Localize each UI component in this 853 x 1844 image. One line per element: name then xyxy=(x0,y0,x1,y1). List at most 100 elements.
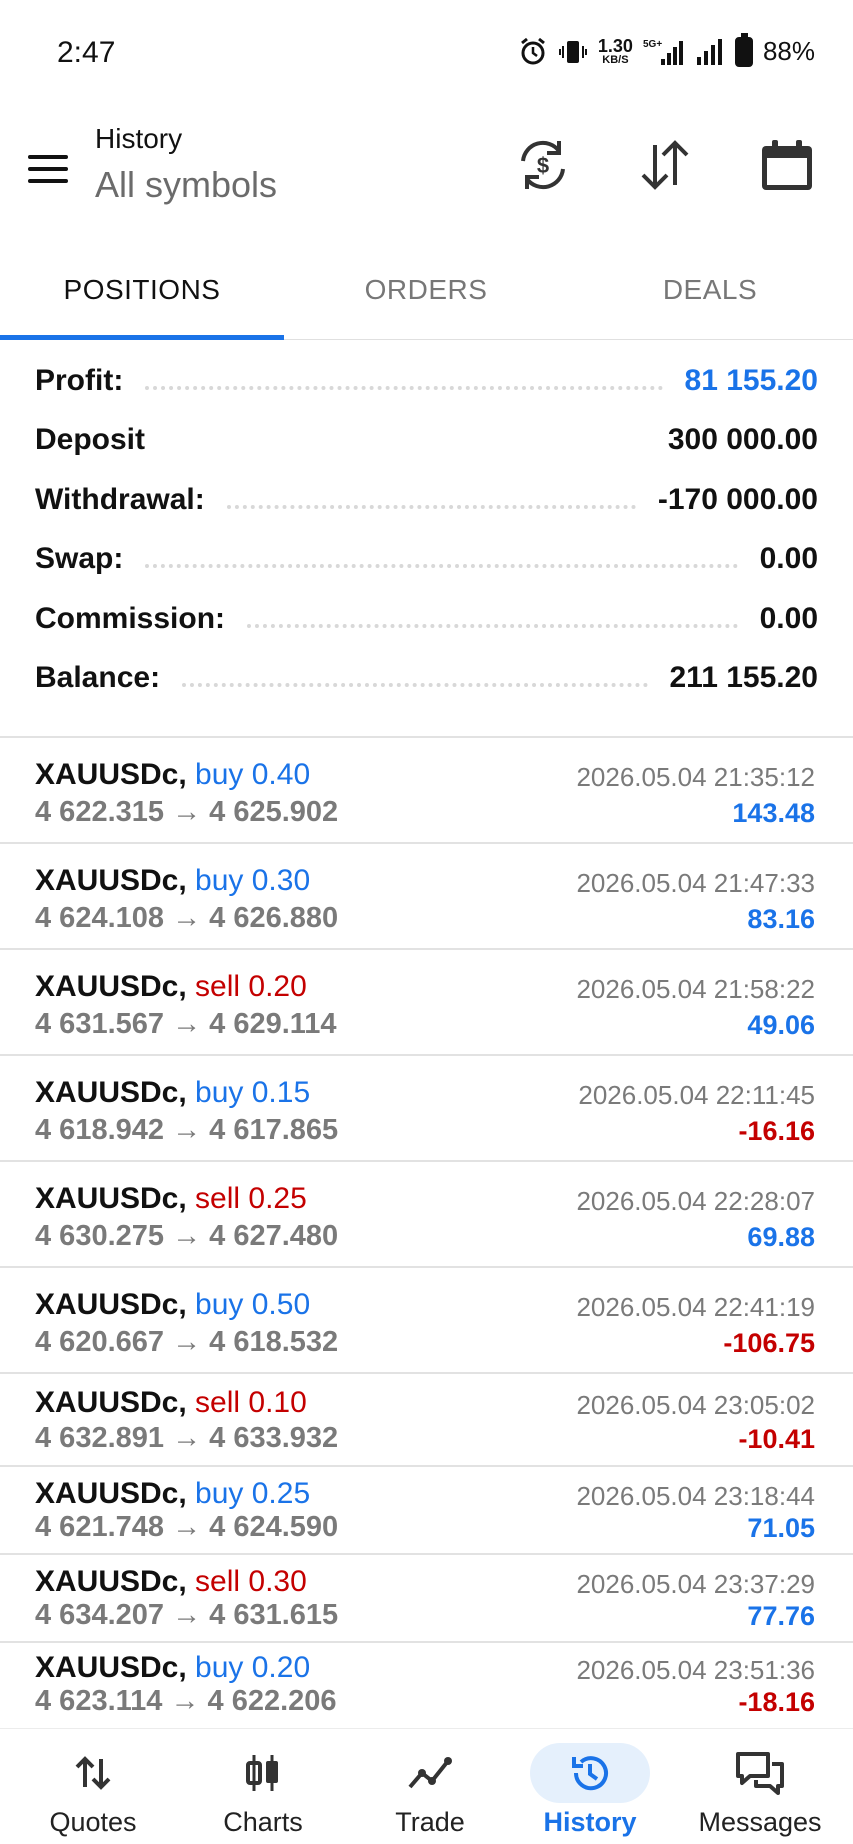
nav-messages[interactable]: Messages xyxy=(675,1729,845,1844)
position-profit: 71.05 xyxy=(747,1513,815,1543)
open-price: 4 634.207 xyxy=(35,1599,165,1631)
menu-icon-bar xyxy=(28,179,68,183)
position-time: 2026.05.04 22:41:19 xyxy=(576,1292,815,1322)
position-direction: buy 0.25 xyxy=(195,1477,311,1510)
position-row[interactable]: XAUUSDc, buy 0.15 4 618.942 → 4 617.865 … xyxy=(0,1056,853,1162)
position-profit: 77.76 xyxy=(747,1601,815,1631)
close-price: 4 627.480 xyxy=(209,1220,339,1252)
position-direction: sell 0.20 xyxy=(195,970,307,1003)
position-time: 2026.05.04 22:11:45 xyxy=(578,1080,815,1110)
symbol-name: XAUUSDc, xyxy=(35,864,187,897)
tab-positions[interactable]: POSITIONS xyxy=(0,240,284,340)
messages-icon xyxy=(700,1743,820,1803)
calendar-button[interactable] xyxy=(752,130,822,200)
net-speed-value: 1.30 xyxy=(597,36,633,56)
net-speed: 1.30 KB/S xyxy=(598,37,633,66)
summary-label: Profit: xyxy=(35,364,124,397)
position-symbol: XAUUSDc, buy 0.50 xyxy=(35,1288,310,1322)
position-time: 2026.05.04 23:37:29 xyxy=(576,1569,815,1599)
app-bar: History All symbols $ xyxy=(0,110,853,240)
position-direction: buy 0.20 xyxy=(195,1651,311,1684)
svg-text:5G+: 5G+ xyxy=(643,39,662,50)
arrow-icon: → xyxy=(170,1685,200,1717)
position-row[interactable]: XAUUSDc, sell 0.20 4 631.567 → 4 629.114… xyxy=(0,950,853,1056)
position-prices: 4 623.114 → 4 622.206 xyxy=(35,1685,337,1718)
sort-button[interactable] xyxy=(630,130,700,200)
position-symbol: XAUUSDc, buy 0.20 xyxy=(35,1651,310,1685)
position-symbol: XAUUSDc, sell 0.10 xyxy=(35,1386,307,1420)
nav-label: History xyxy=(543,1807,637,1837)
tab-orders[interactable]: ORDERS xyxy=(284,240,568,340)
position-direction: buy 0.40 xyxy=(195,758,311,791)
currency-exchange-button[interactable]: $ xyxy=(508,130,578,200)
position-prices: 4 634.207 → 4 631.615 xyxy=(35,1599,338,1632)
position-symbol: XAUUSDc, buy 0.30 xyxy=(35,864,310,898)
position-row[interactable]: XAUUSDc, buy 0.20 4 623.114 → 4 622.206 … xyxy=(0,1643,853,1728)
dot-leader xyxy=(226,491,636,509)
open-price: 4 632.891 xyxy=(35,1422,165,1454)
summary-value: 300 000.00 xyxy=(667,423,818,456)
position-prices: 4 624.108 → 4 626.880 xyxy=(35,902,338,935)
symbol-name: XAUUSDc, xyxy=(35,970,187,1003)
position-row[interactable]: XAUUSDc, buy 0.40 4 622.315 → 4 625.902 … xyxy=(0,738,853,844)
position-row[interactable]: XAUUSDc, sell 0.30 4 634.207 → 4 631.615… xyxy=(0,1555,853,1643)
position-row[interactable]: XAUUSDc, buy 0.50 4 620.667 → 4 618.532 … xyxy=(0,1268,853,1374)
arrow-icon: → xyxy=(172,1008,202,1040)
signal-5g-icon: 5G+ xyxy=(643,37,685,67)
position-time: 2026.05.04 21:47:33 xyxy=(576,868,815,898)
open-price: 4 621.748 xyxy=(35,1511,165,1543)
nav-label: Trade xyxy=(395,1807,465,1837)
symbol-name: XAUUSDc, xyxy=(35,758,187,791)
summary-label: Withdrawal: xyxy=(35,483,205,516)
close-price: 4 629.114 xyxy=(209,1008,337,1040)
trade-icon xyxy=(370,1743,490,1803)
net-speed-unit: KB/S xyxy=(602,54,629,66)
summary-value: 81 155.20 xyxy=(684,364,818,397)
position-row[interactable]: XAUUSDc, sell 0.10 4 632.891 → 4 633.932… xyxy=(0,1374,853,1467)
alarm-icon xyxy=(518,37,548,67)
position-time: 2026.05.04 21:35:12 xyxy=(576,762,815,792)
position-prices: 4 631.567 → 4 629.114 xyxy=(35,1008,337,1041)
charts-icon xyxy=(203,1743,323,1803)
open-price: 4 630.275 xyxy=(35,1220,165,1252)
menu-button[interactable] xyxy=(24,145,72,193)
position-row[interactable]: XAUUSDc, buy 0.25 4 621.748 → 4 624.590 … xyxy=(0,1467,853,1555)
position-time: 2026.05.04 23:51:36 xyxy=(576,1655,815,1685)
open-price: 4 623.114 xyxy=(35,1685,163,1717)
tab-deals[interactable]: DEALS xyxy=(568,240,852,340)
nav-quotes[interactable]: Quotes xyxy=(8,1729,178,1844)
close-price: 4 626.880 xyxy=(209,902,339,934)
history-icon xyxy=(530,1743,650,1803)
open-price: 4 631.567 xyxy=(35,1008,165,1040)
position-time: 2026.05.04 23:18:44 xyxy=(576,1481,815,1511)
nav-trade[interactable]: Trade xyxy=(345,1729,515,1844)
dot-leader xyxy=(145,550,738,568)
position-symbol: XAUUSDc, buy 0.15 xyxy=(35,1076,310,1110)
vibrate-icon xyxy=(558,37,588,67)
nav-history[interactable]: History xyxy=(505,1729,675,1844)
status-time: 2:47 xyxy=(57,36,116,69)
position-symbol: XAUUSDc, sell 0.20 xyxy=(35,970,307,1004)
position-row[interactable]: XAUUSDc, sell 0.25 4 630.275 → 4 627.480… xyxy=(0,1162,853,1268)
dot-leader xyxy=(182,669,648,687)
position-direction: buy 0.15 xyxy=(195,1076,311,1109)
summary-label: Commission: xyxy=(35,602,226,635)
summary-label: Swap: xyxy=(35,542,124,575)
summary-row-deposit: Deposit 300 000.00 xyxy=(35,410,818,470)
nav-label: Messages xyxy=(698,1807,822,1837)
arrow-icon: → xyxy=(172,1114,202,1146)
nav-label: Charts xyxy=(223,1807,303,1837)
symbol-name: XAUUSDc, xyxy=(35,1288,187,1321)
symbol-filter[interactable]: All symbols xyxy=(95,160,277,210)
dot-leader xyxy=(247,610,738,628)
position-profit: 143.48 xyxy=(732,798,815,828)
status-bar: 2:47 1.30 KB/S 5G+ 88% xyxy=(0,0,853,110)
nav-charts[interactable]: Charts xyxy=(178,1729,348,1844)
summary-label: Balance: xyxy=(35,661,161,694)
position-row[interactable]: XAUUSDc, buy 0.30 4 624.108 → 4 626.880 … xyxy=(0,844,853,950)
position-profit: -10.41 xyxy=(738,1424,815,1454)
open-price: 4 620.667 xyxy=(35,1326,165,1358)
summary-label: Deposit xyxy=(35,423,146,456)
position-time: 2026.05.04 22:28:07 xyxy=(576,1186,815,1216)
position-prices: 4 621.748 → 4 624.590 xyxy=(35,1511,338,1544)
